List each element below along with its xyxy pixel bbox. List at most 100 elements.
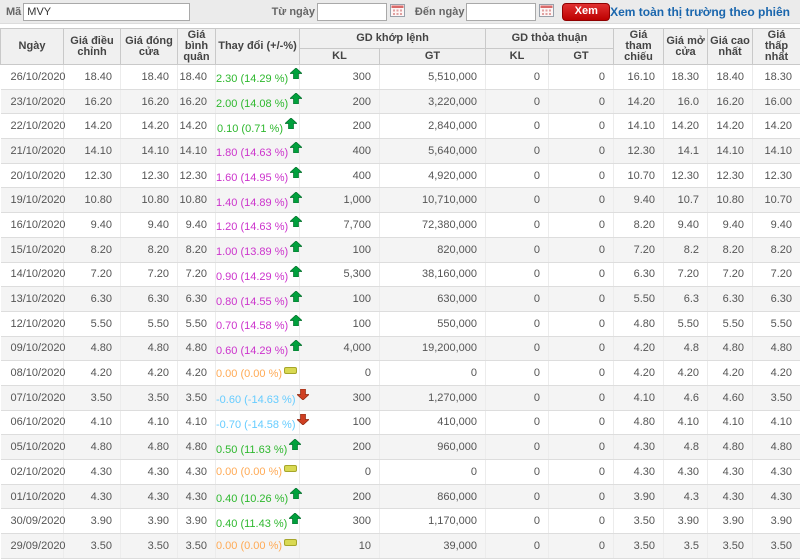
calendar-icon[interactable] (390, 4, 405, 20)
open-price-cell: 16.0 (664, 89, 708, 114)
adjusted-price-cell: 14.20 (64, 114, 121, 139)
average-price-cell: 4.80 (178, 336, 216, 361)
matched-volume-cell: 0 (300, 460, 380, 485)
matched-value-cell: 39,000 (380, 534, 486, 559)
table-row: 06/10/2020 4.10 4.10 4.10 -0.70 (-14.58 … (1, 410, 800, 435)
change-value: 1.00 (13.89 %) (216, 246, 288, 258)
reference-price-cell: 3.50 (614, 534, 664, 559)
change-value: -0.60 (-14.63 %) (216, 394, 295, 406)
negotiated-value-cell: 0 (549, 65, 614, 90)
matched-volume-cell: 100 (300, 237, 380, 262)
open-price-cell: 18.30 (664, 65, 708, 90)
matched-value-cell: 72,380,000 (380, 213, 486, 238)
reference-price-cell: 4.80 (614, 311, 664, 336)
average-price-cell: 8.20 (178, 237, 216, 262)
date-cell: 01/10/2020 (1, 484, 64, 509)
high-price-cell: 4.60 (708, 385, 753, 410)
date-cell: 15/10/2020 (1, 237, 64, 262)
open-price-cell: 4.6 (664, 385, 708, 410)
adjusted-price-cell: 18.40 (64, 65, 121, 90)
close-price-cell: 14.10 (121, 139, 178, 164)
stock-code-input[interactable] (23, 3, 190, 21)
reference-price-cell: 3.50 (614, 509, 664, 534)
low-price-cell: 12.30 (753, 163, 800, 188)
matched-value-cell: 550,000 (380, 311, 486, 336)
average-price-cell: 9.40 (178, 213, 216, 238)
date-cell: 06/10/2020 (1, 410, 64, 435)
high-price-cell: 5.50 (708, 311, 753, 336)
open-price-cell: 4.8 (664, 435, 708, 460)
low-price-cell: 9.40 (753, 213, 800, 238)
header-change: Thay đổi (+/-%) (216, 29, 300, 65)
low-price-cell: 3.50 (753, 385, 800, 410)
high-price-cell: 7.20 (708, 262, 753, 287)
average-price-cell: 4.10 (178, 410, 216, 435)
change-cell: 0.00 (0.00 %) (216, 460, 300, 485)
close-price-cell: 5.50 (121, 311, 178, 336)
date-cell: 16/10/2020 (1, 213, 64, 238)
reference-price-cell: 4.30 (614, 435, 664, 460)
negotiated-volume-cell: 0 (486, 287, 549, 312)
negotiated-value-cell: 0 (549, 311, 614, 336)
adjusted-price-cell: 3.50 (64, 385, 121, 410)
date-cell: 22/10/2020 (1, 114, 64, 139)
negotiated-volume-cell: 0 (486, 213, 549, 238)
matched-volume-cell: 10 (300, 534, 380, 559)
reference-price-cell: 4.30 (614, 460, 664, 485)
code-label: Mã (6, 6, 21, 18)
calendar-icon[interactable] (539, 4, 554, 20)
reference-price-cell: 12.30 (614, 139, 664, 164)
change-cell: 2.30 (14.29 %) (216, 65, 300, 90)
adjusted-price-cell: 4.30 (64, 484, 121, 509)
negotiated-value-cell: 0 (549, 460, 614, 485)
close-price-cell: 4.30 (121, 484, 178, 509)
low-price-cell: 4.30 (753, 484, 800, 509)
market-overview-link[interactable]: Xem toàn thị trường theo phiên (610, 5, 790, 19)
reference-price-cell: 4.20 (614, 361, 664, 386)
change-cell: 0.90 (14.29 %) (216, 262, 300, 287)
up-trend-icon (287, 518, 301, 530)
view-button[interactable]: Xem (562, 3, 610, 21)
date-cell: 29/09/2020 (1, 534, 64, 559)
from-date-label: Từ ngày (272, 6, 315, 18)
table-body: 26/10/2020 18.40 18.40 18.40 2.30 (14.29… (1, 65, 800, 559)
date-cell: 21/10/2020 (1, 139, 64, 164)
to-date-input[interactable] (466, 3, 536, 21)
adjusted-price-cell: 3.90 (64, 509, 121, 534)
negotiated-volume-cell: 0 (486, 385, 549, 410)
adjusted-price-cell: 12.30 (64, 163, 121, 188)
up-trend-icon (288, 246, 302, 258)
negotiated-volume-cell: 0 (486, 262, 549, 287)
change-value: 2.30 (14.29 %) (216, 73, 288, 85)
date-cell: 08/10/2020 (1, 361, 64, 386)
negotiated-value-cell: 0 (549, 287, 614, 312)
adjusted-price-cell: 16.20 (64, 89, 121, 114)
change-value: 1.80 (14.63 %) (216, 147, 288, 159)
open-price-cell: 6.3 (664, 287, 708, 312)
negotiated-value-cell: 0 (549, 534, 614, 559)
up-trend-icon (283, 123, 297, 135)
change-value: 1.20 (14.63 %) (216, 221, 288, 233)
close-price-cell: 3.90 (121, 509, 178, 534)
header-high-price: Giá cao nhất (708, 29, 753, 65)
change-value: 1.60 (14.95 %) (216, 172, 288, 184)
up-trend-icon (288, 98, 302, 110)
change-cell: 0.40 (11.43 %) (216, 509, 300, 534)
table-row: 09/10/2020 4.80 4.80 4.80 0.60 (14.29 %)… (1, 336, 800, 361)
reference-price-cell: 8.20 (614, 213, 664, 238)
from-date-input[interactable] (317, 3, 387, 21)
change-cell: -0.60 (-14.63 %) (216, 385, 300, 410)
matched-value-cell: 4,920,000 (380, 163, 486, 188)
matched-volume-cell: 100 (300, 410, 380, 435)
average-price-cell: 4.30 (178, 484, 216, 509)
change-value: 0.00 (0.00 %) (216, 540, 282, 552)
negotiated-volume-cell: 0 (486, 237, 549, 262)
date-cell: 30/09/2020 (1, 509, 64, 534)
matched-value-cell: 820,000 (380, 237, 486, 262)
change-value: 0.90 (14.29 %) (216, 271, 288, 283)
low-price-cell: 4.30 (753, 460, 800, 485)
average-price-cell: 3.50 (178, 385, 216, 410)
negotiated-volume-cell: 0 (486, 163, 549, 188)
negotiated-value-cell: 0 (549, 484, 614, 509)
close-price-cell: 18.40 (121, 65, 178, 90)
